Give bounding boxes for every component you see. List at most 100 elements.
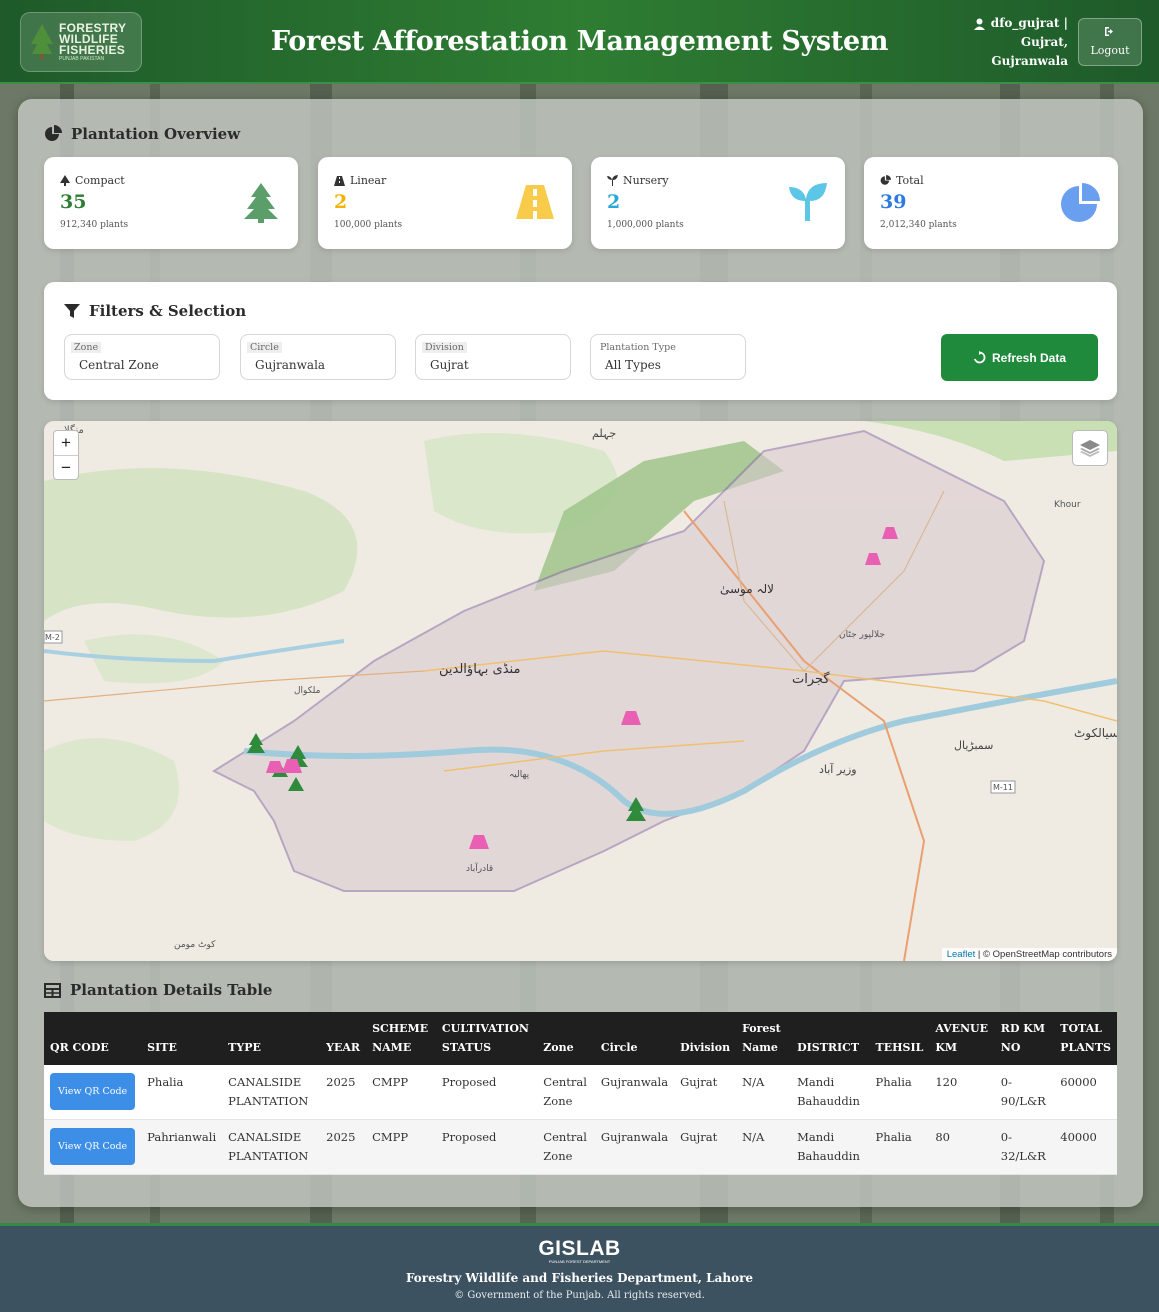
plantation-type-value: All Types bbox=[605, 358, 661, 372]
stat-sub-nursery: 1,000,000 plants bbox=[607, 220, 684, 230]
zoom-control: + − bbox=[53, 430, 79, 480]
table-row: View QR Code Pahrianwali CANALSIDE PLANT… bbox=[44, 1119, 1117, 1175]
gislab-logo: GISLAB bbox=[538, 1237, 621, 1260]
col-circle-label: Circle bbox=[600, 1041, 638, 1054]
page-footer: GISLAB PUNJAB FOREST DEPARTMENT Forestry… bbox=[0, 1223, 1159, 1312]
cell-avenue: 120 bbox=[935, 1075, 958, 1089]
col-zone: Zone bbox=[537, 1012, 595, 1065]
plantation-type-label: Plantation Type bbox=[597, 342, 679, 353]
map-label-jalalpur: جلالپور جٹاں bbox=[839, 630, 885, 640]
cell-avenue: 80 bbox=[935, 1130, 950, 1144]
cell-site: Pahrianwali bbox=[147, 1130, 217, 1144]
cell-site: Phalia bbox=[147, 1075, 184, 1089]
col-plants-label-1: TOTAL bbox=[1060, 1022, 1102, 1035]
cell-qr: View QR Code bbox=[44, 1120, 141, 1175]
stat-label-compact: Compact bbox=[60, 174, 125, 187]
zoom-out-button[interactable]: − bbox=[54, 455, 78, 479]
stat-value-nursery: 2 bbox=[607, 191, 621, 213]
refresh-data-button[interactable]: Refresh Data bbox=[941, 334, 1098, 381]
plantation-type-select[interactable]: Plantation Type All Types bbox=[590, 334, 746, 380]
cell-zone: Central Zone bbox=[543, 1130, 587, 1163]
stat-value-linear: 2 bbox=[334, 191, 348, 213]
cell-forest: N/A bbox=[742, 1130, 765, 1144]
col-type: TYPE bbox=[222, 1012, 320, 1065]
map-label-khour: Khour bbox=[1054, 500, 1081, 510]
map-label-m11: M-11 bbox=[993, 783, 1013, 792]
pie-small-icon bbox=[880, 175, 891, 185]
user-info: dfo_gujrat | Gujrat, Gujranwala bbox=[973, 14, 1068, 71]
col-forest-label-2: Name bbox=[742, 1041, 778, 1054]
circle-select[interactable]: Circle Gujranwala bbox=[240, 334, 396, 380]
pie-chart-icon bbox=[1061, 183, 1100, 222]
stat-card-compact: Compact 35 912,340 plants bbox=[44, 157, 298, 249]
stat-sub-compact: 912,340 plants bbox=[60, 220, 129, 230]
col-status-label-2: STATUS bbox=[441, 1041, 492, 1054]
zone-select[interactable]: Zone Central Zone bbox=[64, 334, 220, 380]
stat-label-nursery: Nursery bbox=[607, 174, 669, 187]
road-icon bbox=[516, 185, 554, 219]
overview-title: Plantation Overview bbox=[71, 125, 241, 143]
map-label-sialkot: سیالکوٹ bbox=[1074, 726, 1117, 741]
leaflet-link[interactable]: Leaflet bbox=[947, 949, 976, 960]
map-label-lalamusa: لالہ موسیٰ bbox=[720, 582, 774, 597]
plantation-table: QR CODE SITE TYPE YEAR SCHEME NAME CULTIV… bbox=[44, 1012, 1117, 1175]
cell-type: CANALSIDE PLANTATION bbox=[228, 1130, 309, 1163]
view-qr-code-button[interactable]: View QR Code bbox=[50, 1128, 136, 1165]
map-label-jhelum: جہلم bbox=[592, 427, 616, 440]
map-label-mandi: منڈی بہاؤالدین bbox=[439, 662, 520, 677]
layers-icon bbox=[1080, 440, 1100, 457]
app-header: FORESTRY WILDLIFE FISHERIES PUNJAB PAKIS… bbox=[0, 0, 1159, 84]
stat-value-compact: 35 bbox=[60, 191, 87, 213]
col-division-label: Division bbox=[680, 1041, 731, 1054]
tree-small-icon bbox=[60, 175, 70, 186]
map-label-phalia: پھالیہ bbox=[509, 770, 530, 780]
stat-card-linear: Linear 2 100,000 plants bbox=[318, 157, 572, 249]
filters-title: Filters & Selection bbox=[89, 302, 247, 320]
cell-circle: Gujranwala bbox=[600, 1130, 669, 1144]
col-zone-label: Zone bbox=[543, 1041, 574, 1054]
col-year-label: YEAR bbox=[326, 1041, 361, 1054]
cell-circle: Gujranwala bbox=[600, 1075, 669, 1089]
cell-forest: N/A bbox=[742, 1075, 765, 1089]
plantation-map[interactable]: جہلم منڈی بہاؤالدین گجرات لالہ موسیٰ سیا… bbox=[44, 421, 1117, 961]
map-label-qadirabad: قادرآباد bbox=[466, 862, 493, 874]
cell-plants: 40000 bbox=[1060, 1130, 1097, 1144]
footer-copyright: © Government of the Punjab. All rights r… bbox=[454, 1290, 705, 1301]
logout-button[interactable]: Logout bbox=[1078, 18, 1142, 66]
col-site-label: SITE bbox=[147, 1041, 177, 1054]
osm-attribution: | © OpenStreetMap contributors bbox=[975, 949, 1112, 960]
cell-tehsil: Phalia bbox=[875, 1130, 912, 1144]
col-status-label-1: CULTIVATION bbox=[441, 1022, 529, 1035]
table-title: Plantation Details Table bbox=[70, 981, 273, 999]
logout-label: Logout bbox=[1090, 44, 1130, 57]
map-canvas[interactable]: جہلم منڈی بہاؤالدین گجرات لالہ موسیٰ سیا… bbox=[44, 421, 1117, 961]
filters-header: Filters & Selection bbox=[64, 302, 246, 320]
cell-year: 2025 bbox=[326, 1130, 356, 1144]
cell-rdkm: 0-32/L&R bbox=[1000, 1130, 1046, 1163]
stat-label-total-text: Total bbox=[896, 174, 924, 187]
map-label-gujrat: گجرات bbox=[792, 671, 830, 687]
col-forest-label-1: Forest bbox=[742, 1022, 781, 1035]
stat-value-total: 39 bbox=[880, 191, 907, 213]
col-tehsil: TEHSIL bbox=[870, 1012, 930, 1065]
division-select[interactable]: Division Gujrat bbox=[415, 334, 571, 380]
seedling-icon bbox=[789, 183, 827, 221]
cell-status: Proposed bbox=[441, 1075, 497, 1089]
col-forest-name: Forest Name bbox=[736, 1012, 791, 1065]
stat-label-total: Total bbox=[880, 174, 924, 187]
map-label-malakwal: ملکوال bbox=[294, 686, 321, 696]
user-circle: Gujranwala bbox=[991, 54, 1068, 68]
plantation-table-container: QR CODE SITE TYPE YEAR SCHEME NAME CULTIV… bbox=[44, 1012, 1117, 1175]
stat-label-compact-text: Compact bbox=[75, 174, 125, 187]
table-row: View QR Code Phalia CANALSIDE PLANTATION… bbox=[44, 1065, 1117, 1120]
map-label-m2: M-2 bbox=[45, 633, 60, 642]
filters-panel: Filters & Selection Zone Central Zone Ci… bbox=[44, 282, 1117, 400]
layers-button[interactable] bbox=[1072, 430, 1108, 466]
cell-division: Gujrat bbox=[680, 1130, 718, 1144]
view-qr-code-button[interactable]: View QR Code bbox=[50, 1073, 136, 1110]
zoom-in-button[interactable]: + bbox=[54, 431, 78, 455]
user-division: Gujrat, bbox=[1020, 35, 1068, 49]
cell-zone: Central Zone bbox=[543, 1075, 587, 1108]
division-value: Gujrat bbox=[430, 358, 469, 372]
col-tehsil-label: TEHSIL bbox=[875, 1041, 924, 1054]
